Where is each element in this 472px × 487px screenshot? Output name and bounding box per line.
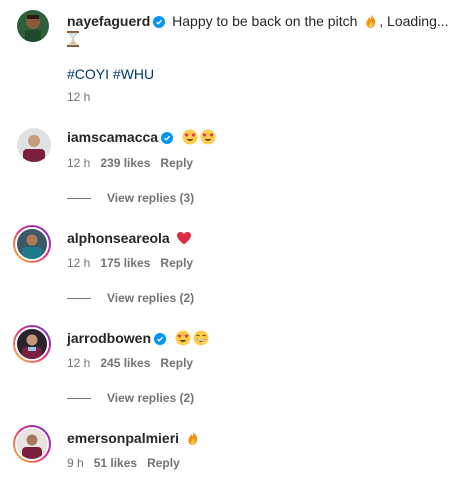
heart-eyes-icon: [200, 129, 216, 145]
comment-username[interactable]: jarrodbowen: [67, 330, 151, 346]
comment-likes[interactable]: 239 likes: [100, 156, 150, 170]
comment-time: 12 h: [67, 156, 91, 170]
avatar-image: [15, 427, 49, 461]
comment-line: jarrodbowen: [67, 330, 209, 348]
avatar-image: [17, 10, 49, 42]
heart-eyes-icon: [182, 129, 198, 145]
comment-likes[interactable]: 51 likes: [94, 456, 137, 470]
caption-text-suffix: , Loading...: [379, 13, 449, 29]
comment-username[interactable]: alphonseareola: [67, 230, 170, 246]
view-replies-button[interactable]: View replies (3): [67, 191, 194, 205]
avatar[interactable]: [13, 325, 51, 363]
caption-line: nayefaguerd Happy to be back on the pitc…: [67, 13, 449, 31]
comment-meta: 12 h 239 likes Reply: [67, 156, 193, 170]
caption-hashtags[interactable]: #COYI #WHU: [67, 66, 154, 82]
view-replies-button[interactable]: View replies (2): [67, 391, 194, 405]
divider: [67, 297, 91, 299]
comment-line: alphonseareola: [67, 230, 192, 246]
reply-button[interactable]: Reply: [160, 256, 193, 270]
caption-username[interactable]: nayefaguerd: [67, 13, 150, 29]
verified-icon: [153, 15, 166, 31]
avatar[interactable]: [17, 10, 49, 42]
red-heart-icon: [176, 230, 192, 246]
divider: [67, 197, 91, 199]
avatar-image: [15, 327, 49, 361]
comment-line: iamscamacca: [67, 129, 216, 147]
comment-username[interactable]: emersonpalmieri: [67, 430, 179, 446]
reply-button[interactable]: Reply: [160, 156, 193, 170]
view-replies-label: View replies (2): [107, 291, 195, 305]
comment-meta: 12 h 245 likes Reply: [67, 356, 193, 370]
view-replies-label: View replies (3): [107, 191, 195, 205]
comment-username[interactable]: iamscamacca: [67, 129, 158, 145]
avatar[interactable]: [17, 128, 51, 162]
heart-eyes-icon: [175, 330, 191, 346]
reply-button[interactable]: Reply: [160, 356, 193, 370]
divider: [67, 397, 91, 399]
avatar-image: [15, 227, 49, 261]
reply-button[interactable]: Reply: [147, 456, 180, 470]
verified-icon: [154, 332, 167, 348]
fire-icon: [363, 13, 379, 29]
verified-icon: [161, 131, 174, 147]
avatar[interactable]: [13, 225, 51, 263]
comment-meta: 9 h 51 likes Reply: [67, 456, 180, 470]
comment-likes[interactable]: 175 likes: [100, 256, 150, 270]
grinning-icon: [193, 330, 209, 346]
caption-time: 12 h: [67, 90, 91, 104]
comment-likes[interactable]: 245 likes: [100, 356, 150, 370]
comment-meta: 12 h 175 likes Reply: [67, 256, 193, 270]
avatar[interactable]: [13, 425, 51, 463]
comment-time: 12 h: [67, 356, 91, 370]
comment-line: emersonpalmieri: [67, 430, 201, 446]
comment-time: 9 h: [67, 456, 84, 470]
caption-text: Happy to be back on the pitch: [172, 13, 358, 29]
view-replies-label: View replies (2): [107, 391, 195, 405]
avatar-image: [17, 128, 51, 162]
fire-icon: [185, 430, 201, 446]
view-replies-button[interactable]: View replies (2): [67, 291, 194, 305]
comment-time: 12 h: [67, 256, 91, 270]
hourglass-icon: [67, 31, 79, 50]
